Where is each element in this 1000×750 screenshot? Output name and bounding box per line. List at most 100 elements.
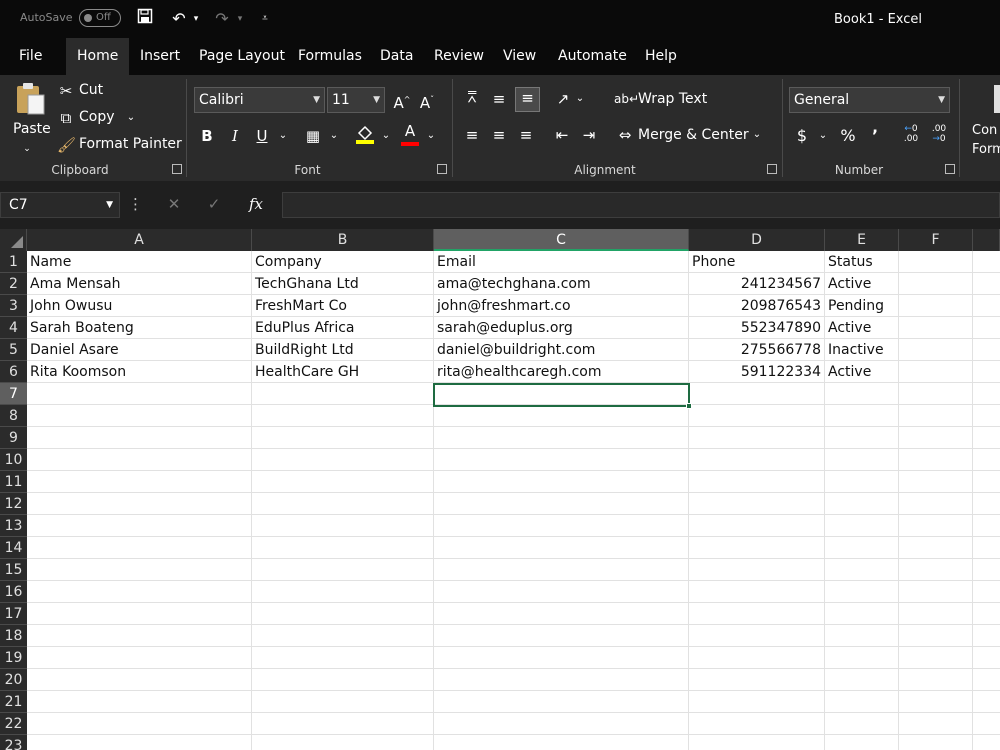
cut-button[interactable]: Cut — [79, 82, 103, 98]
cell-empty[interactable] — [689, 691, 825, 713]
tab-page-layout[interactable]: Page Layout — [188, 38, 296, 75]
align-top-icon[interactable]: ⩞ — [462, 87, 482, 107]
cell-empty[interactable] — [689, 471, 825, 493]
cell-empty[interactable] — [252, 713, 434, 735]
cancel-icon[interactable]: ✕ — [164, 194, 184, 214]
column-header-d[interactable]: D — [689, 229, 825, 251]
underline-dropdown-icon[interactable]: ⌄ — [276, 126, 290, 146]
cell-empty[interactable] — [252, 559, 434, 581]
cell-empty[interactable] — [27, 405, 252, 427]
cell-empty[interactable] — [434, 625, 689, 647]
cell-empty[interactable] — [825, 405, 899, 427]
row-header[interactable]: 13 — [0, 515, 27, 537]
row-header[interactable]: 16 — [0, 581, 27, 603]
cell-d1[interactable]: Phone — [689, 251, 825, 273]
cell-empty[interactable] — [825, 713, 899, 735]
cell-empty[interactable] — [252, 735, 434, 750]
cell-company[interactable]: FreshMart Co — [252, 295, 434, 317]
cell-empty[interactable] — [689, 735, 825, 750]
more-options-icon[interactable]: ⋮ — [128, 194, 143, 214]
cell-company[interactable]: TechGhana Ltd — [252, 273, 434, 295]
align-center-icon[interactable]: ≡ — [489, 125, 509, 145]
copy-button[interactable]: Copy — [79, 109, 115, 125]
wrap-text-button[interactable]: Wrap Text — [638, 91, 707, 107]
cell-empty[interactable] — [689, 537, 825, 559]
cell-empty[interactable] — [825, 471, 899, 493]
cell-empty[interactable] — [899, 735, 973, 750]
formula-input[interactable] — [282, 192, 1000, 218]
cell-empty[interactable] — [434, 449, 689, 471]
cell-a1[interactable]: Name — [27, 251, 252, 273]
cell-empty[interactable] — [27, 449, 252, 471]
cell-phone[interactable]: 209876543 — [689, 295, 825, 317]
tab-data[interactable]: Data — [369, 38, 424, 75]
cell-empty[interactable] — [27, 559, 252, 581]
fill-color-dropdown-icon[interactable]: ⌄ — [379, 126, 393, 146]
italic-button[interactable]: I — [227, 126, 243, 146]
row-header[interactable]: 6 — [0, 361, 27, 383]
number-format-select[interactable]: General ▼ — [789, 87, 950, 113]
cell-empty[interactable] — [27, 383, 252, 405]
cell-empty[interactable] — [689, 581, 825, 603]
format-painter-icon[interactable]: 🖌 — [57, 135, 76, 155]
cell-empty[interactable] — [689, 405, 825, 427]
cell-empty[interactable] — [252, 427, 434, 449]
cell-empty[interactable] — [434, 515, 689, 537]
cell-empty[interactable] — [27, 625, 252, 647]
cell-empty[interactable] — [689, 383, 825, 405]
cell-empty[interactable] — [434, 647, 689, 669]
cell-empty[interactable] — [27, 603, 252, 625]
cell-empty[interactable] — [825, 625, 899, 647]
cell-empty[interactable] — [899, 537, 973, 559]
paste-button[interactable]: Paste — [13, 121, 51, 137]
cell-e1[interactable]: Status — [825, 251, 899, 273]
cell-empty[interactable] — [689, 647, 825, 669]
fill-color-icon[interactable] — [354, 123, 376, 150]
cell-empty[interactable] — [27, 669, 252, 691]
cell-empty[interactable] — [27, 713, 252, 735]
cell-empty[interactable] — [434, 603, 689, 625]
cell-empty[interactable] — [252, 493, 434, 515]
tab-insert[interactable]: Insert — [129, 38, 191, 75]
paste-dropdown-icon[interactable]: ⌄ — [21, 139, 33, 159]
cell-name[interactable]: John Owusu — [27, 295, 252, 317]
row-header[interactable]: 22 — [0, 713, 27, 735]
tab-help[interactable]: Help — [634, 38, 688, 75]
font-size-select[interactable]: 11 ▼ — [327, 87, 385, 113]
cell-status[interactable]: Active — [825, 361, 899, 383]
cell-empty[interactable] — [252, 669, 434, 691]
font-launcher-icon[interactable] — [437, 164, 447, 174]
comma-button[interactable]: ’ — [868, 126, 882, 146]
cell-empty[interactable] — [252, 625, 434, 647]
cell-empty[interactable] — [252, 691, 434, 713]
cell-c1[interactable]: Email — [434, 251, 689, 273]
spreadsheet-grid[interactable]: A B C D E F 1 2 3 4 5 6 7 8 9 10 11 12 1… — [0, 229, 1000, 750]
cell-f1[interactable] — [899, 251, 973, 273]
font-color-dropdown-icon[interactable]: ⌄ — [424, 126, 438, 146]
cell-phone[interactable]: 241234567 — [689, 273, 825, 295]
font-family-select[interactable]: Calibri ▼ — [194, 87, 325, 113]
borders-icon[interactable]: ▦ — [304, 126, 322, 146]
cell-empty[interactable] — [899, 559, 973, 581]
currency-button[interactable]: $ — [794, 126, 810, 146]
cell-company[interactable]: BuildRight Ltd — [252, 339, 434, 361]
cell-empty[interactable] — [27, 515, 252, 537]
number-launcher-icon[interactable] — [945, 164, 955, 174]
cell-empty[interactable] — [27, 581, 252, 603]
paste-icon[interactable] — [14, 81, 46, 115]
tab-file[interactable]: File — [8, 38, 53, 75]
increase-decimal-icon[interactable]: ←0.00 — [898, 124, 924, 144]
cell-empty[interactable] — [825, 559, 899, 581]
row-header[interactable]: 4 — [0, 317, 27, 339]
cell-name[interactable]: Sarah Boateng — [27, 317, 252, 339]
align-left-icon[interactable]: ≡ — [462, 125, 482, 145]
cell-empty[interactable] — [899, 405, 973, 427]
align-right-icon[interactable]: ≡ — [516, 125, 536, 145]
cell-empty[interactable] — [899, 669, 973, 691]
decrease-indent-icon[interactable]: ⇤ — [551, 125, 573, 145]
row-header[interactable]: 14 — [0, 537, 27, 559]
cell-empty[interactable] — [27, 471, 252, 493]
cell-status[interactable]: Active — [825, 273, 899, 295]
cell-empty[interactable] — [825, 449, 899, 471]
row-header[interactable]: 20 — [0, 669, 27, 691]
